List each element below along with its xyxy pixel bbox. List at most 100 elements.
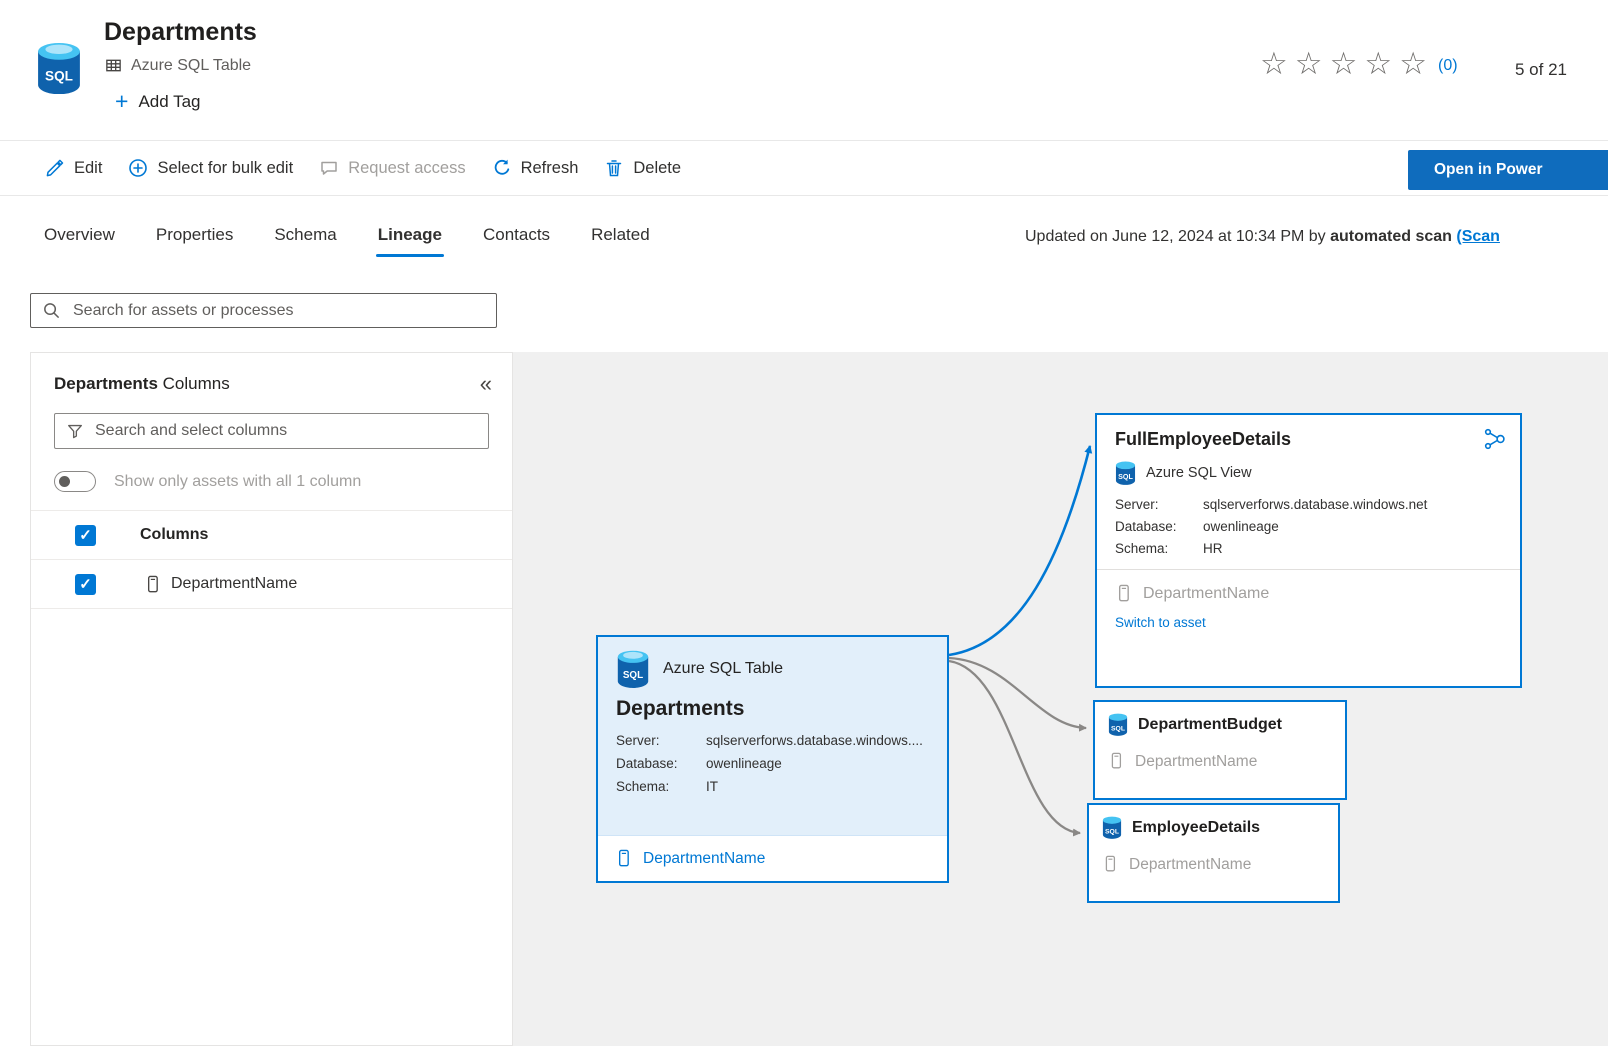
bulk-edit-button[interactable]: Select for bulk edit	[128, 158, 293, 178]
node-title: Departments	[616, 697, 929, 721]
speech-bubble-icon	[319, 158, 339, 178]
refresh-button[interactable]: Refresh	[492, 158, 579, 178]
node-type-label: Azure SQL Table	[663, 660, 783, 678]
node-column-name: DepartmentName	[1143, 585, 1269, 603]
node-column-row[interactable]: DepartmentName	[1108, 751, 1332, 772]
table-grid-icon	[104, 56, 123, 75]
column-checkbox[interactable]	[75, 574, 96, 595]
delete-button[interactable]: Delete	[604, 158, 681, 178]
star-icon[interactable]: ☆	[1330, 48, 1358, 79]
star-icon[interactable]: ☆	[1399, 48, 1427, 79]
database-value: owenlineage	[1203, 519, 1279, 534]
request-access-label: Request access	[348, 159, 465, 178]
star-icon[interactable]: ☆	[1295, 48, 1323, 79]
tab-related[interactable]: Related	[591, 225, 650, 257]
add-tag-label: Add Tag	[138, 92, 200, 112]
updated-status: Updated on June 12, 2024 at 10:34 PM by …	[1025, 228, 1500, 246]
asset-pagination: 5 of 21	[1515, 60, 1567, 80]
azure-sql-icon: SQL	[1115, 461, 1136, 485]
edit-button[interactable]: Edit	[45, 158, 102, 178]
page-title: Departments	[104, 18, 257, 47]
panel-title-suffix: Columns	[158, 374, 230, 393]
updated-author: automated scan	[1330, 228, 1456, 245]
star-icon[interactable]: ☆	[1364, 48, 1392, 79]
bulk-edit-label: Select for bulk edit	[157, 159, 293, 178]
lineage-icon[interactable]	[1483, 427, 1507, 451]
trash-icon	[604, 158, 624, 178]
show-only-toggle-label: Show only assets with all 1 column	[114, 473, 361, 491]
rating-count: (0)	[1438, 57, 1458, 75]
refresh-icon	[492, 158, 512, 178]
tab-schema[interactable]: Schema	[274, 225, 336, 257]
search-icon	[42, 301, 61, 320]
asset-search	[30, 293, 497, 328]
svg-text:SQL: SQL	[45, 69, 73, 84]
plus-icon: +	[115, 90, 128, 113]
schema-value: HR	[1203, 541, 1223, 556]
tab-overview[interactable]: Overview	[44, 225, 115, 257]
edge-to-fullemployeedetails	[949, 446, 1090, 655]
edge-to-employeedetails	[949, 661, 1080, 833]
star-icon[interactable]: ☆	[1260, 48, 1288, 79]
column-filter	[54, 413, 489, 449]
open-in-power-bi-button[interactable]: Open in Power	[1408, 150, 1608, 190]
server-value: sqlserverforws.database.windows....	[706, 733, 929, 748]
lineage-node-fullemployeedetails[interactable]: FullEmployeeDetails SQL Azure SQL View S…	[1095, 413, 1522, 688]
node-column-name: DepartmentName	[643, 850, 765, 868]
lineage-node-departmentbudget[interactable]: SQL DepartmentBudget DepartmentName	[1093, 700, 1347, 800]
collapse-panel-icon[interactable]: «	[480, 373, 492, 395]
server-label: Server:	[1115, 497, 1203, 512]
lineage-node-departments[interactable]: SQL Azure SQL Table Departments Server:s…	[596, 635, 949, 883]
node-title: FullEmployeeDetails	[1115, 429, 1502, 450]
updated-prefix: Updated on June 12, 2024 at 10:34 PM by	[1025, 228, 1330, 245]
svg-text:SQL: SQL	[1111, 725, 1125, 732]
schema-label: Schema:	[616, 779, 706, 794]
column-icon	[1108, 751, 1125, 772]
request-access-button[interactable]: Request access	[319, 158, 465, 178]
add-tag-button[interactable]: + Add Tag	[115, 90, 201, 113]
panel-title: Departments Columns	[54, 374, 230, 394]
star-rating: ☆ ☆ ☆ ☆ ☆ (0)	[1260, 48, 1458, 79]
node-column-row[interactable]: DepartmentName	[1102, 854, 1325, 875]
search-input[interactable]	[30, 293, 497, 328]
filter-funnel-icon	[66, 422, 84, 440]
column-icon	[1102, 854, 1119, 875]
edit-label: Edit	[74, 159, 102, 178]
node-column-name: DepartmentName	[1129, 856, 1251, 874]
azure-sql-icon: SQL	[36, 42, 82, 96]
lineage-node-employeedetails[interactable]: SQL EmployeeDetails DepartmentName	[1087, 803, 1340, 903]
node-title: EmployeeDetails	[1132, 819, 1260, 837]
schema-label: Schema:	[1115, 541, 1203, 556]
svg-text:SQL: SQL	[1105, 828, 1119, 835]
column-row-departmentname[interactable]: DepartmentName	[31, 560, 512, 609]
pencil-icon	[45, 158, 65, 178]
column-icon	[1115, 583, 1132, 604]
node-column-row[interactable]: DepartmentName	[1115, 570, 1502, 604]
column-name-label: DepartmentName	[171, 575, 297, 593]
tab-lineage[interactable]: Lineage	[378, 225, 442, 257]
svg-text:SQL: SQL	[1118, 473, 1133, 481]
delete-label: Delete	[633, 159, 681, 178]
node-type-label: Azure SQL View	[1146, 465, 1252, 481]
database-value: owenlineage	[706, 756, 929, 771]
lineage-canvas[interactable]: SQL Azure SQL Table Departments Server:s…	[513, 352, 1608, 1046]
node-title: DepartmentBudget	[1138, 716, 1282, 734]
show-only-toggle[interactable]	[54, 471, 96, 492]
azure-sql-icon: SQL	[1102, 816, 1122, 839]
column-icon	[144, 574, 161, 595]
tab-bar: Overview Properties Schema Lineage Conta…	[0, 197, 1608, 272]
columns-group-checkbox[interactable]	[75, 525, 96, 546]
columns-panel: Departments Columns « Show only assets w…	[30, 352, 513, 1046]
panel-title-asset: Departments	[54, 374, 158, 393]
column-icon	[615, 848, 632, 869]
edge-to-departmentbudget	[949, 658, 1086, 728]
scan-link[interactable]: (Scan	[1456, 228, 1500, 245]
tab-contacts[interactable]: Contacts	[483, 225, 550, 257]
columns-group-row[interactable]: Columns	[31, 511, 512, 560]
switch-to-asset-link[interactable]: Switch to asset	[1115, 615, 1206, 630]
tab-properties[interactable]: Properties	[156, 225, 233, 257]
column-filter-input[interactable]	[54, 413, 489, 449]
node-column-row[interactable]: DepartmentName	[598, 835, 947, 881]
server-value: sqlserverforws.database.windows.net	[1203, 497, 1427, 512]
asset-type-label: Azure SQL Table	[131, 57, 251, 75]
